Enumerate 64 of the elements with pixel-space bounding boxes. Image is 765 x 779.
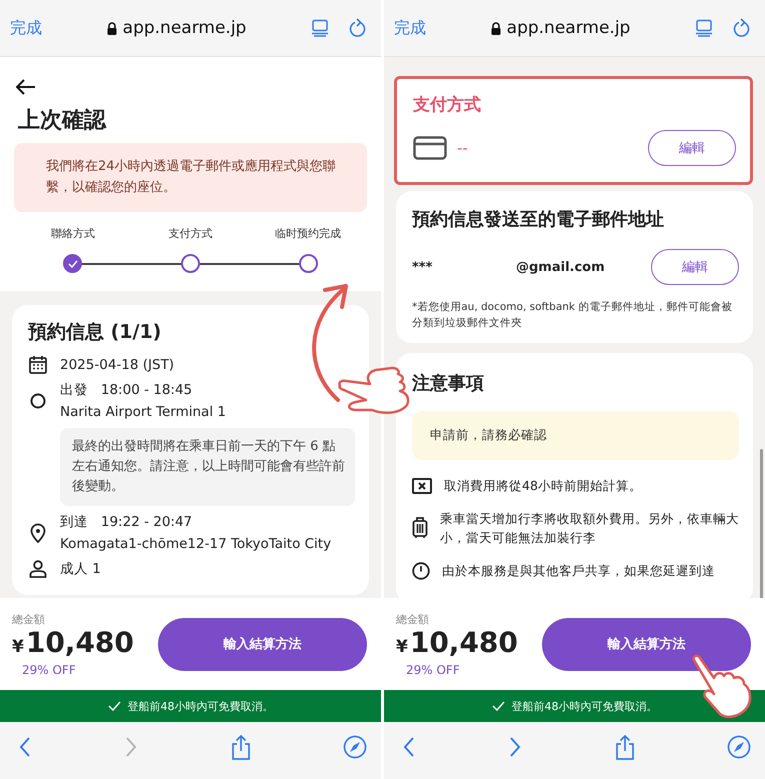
card-title: 預約信息發送至的電子郵件地址 <box>412 208 665 231</box>
back-icon[interactable] <box>18 736 32 758</box>
discount-label: 29% OFF <box>406 662 461 676</box>
address-field[interactable]: app.nearme.jp <box>62 18 291 38</box>
person-icon <box>28 560 48 578</box>
departure-time: 出發 18:00 - 18:45 <box>60 381 194 399</box>
banner-text: 登船前48小時內可免費取消。 <box>128 698 274 714</box>
done-button[interactable]: 完成 <box>10 18 42 38</box>
total-price: ¥10,480 <box>396 626 519 660</box>
card-title: 支付方式 <box>413 94 482 116</box>
check-icon <box>108 701 120 711</box>
edit-button[interactable]: 編輯 <box>648 130 736 166</box>
location-pin-icon <box>28 523 48 543</box>
edit-button[interactable]: 編輯 <box>651 249 739 285</box>
share-icon[interactable] <box>230 734 251 760</box>
email-domain: @gmail.com <box>516 260 606 274</box>
share-icon[interactable] <box>614 734 635 760</box>
passenger-count: 成人 1 <box>60 560 101 578</box>
discount-label: 29% OFF <box>22 662 77 676</box>
close-box-icon <box>412 478 432 494</box>
lock-icon <box>490 22 501 34</box>
circle-icon <box>28 393 48 409</box>
arrival-place: Komagata1-chōme12-17 TokyoTaito City <box>60 535 332 553</box>
total-label: 總金額 <box>12 612 46 626</box>
step-label: 支付方式 <box>168 226 212 241</box>
clock-icon <box>412 562 430 580</box>
compass-icon[interactable] <box>726 734 751 758</box>
warning-message: 申請前，請務必確認 <box>412 411 739 460</box>
total-label: 總金額 <box>396 612 430 626</box>
banner-text: 登船前48小時內可免費取消。 <box>512 698 658 714</box>
payment-method-button[interactable]: 輸入結算方法 <box>158 618 367 670</box>
credit-card-icon <box>413 136 447 160</box>
luggage-icon <box>412 517 428 539</box>
payment-method-button[interactable]: 輸入結算方法 <box>542 618 751 670</box>
back-icon[interactable] <box>402 736 416 758</box>
notice-item: 由於本服務是與其他客戶共享，如果您延遲到達 <box>442 562 715 580</box>
time-note: 最終的出發時間將在乘車日前一天的下午 6 點左右通知您。請注意，以上時間可能會有些許前後變動。 <box>60 428 355 506</box>
payment-value: -- <box>457 139 469 157</box>
card-title: 預約信息 (1/1) <box>28 320 162 345</box>
done-button[interactable]: 完成 <box>394 18 426 38</box>
reader-icon[interactable] <box>311 19 329 37</box>
arrival-time: 到達 19:22 - 20:47 <box>60 513 194 531</box>
reload-icon[interactable] <box>733 18 751 38</box>
calendar-icon <box>28 355 48 374</box>
reload-icon[interactable] <box>349 18 367 38</box>
notice-message: 我們將在24小時內透過電子郵件或應用程式與您聯繫，以確認您的座位。 <box>14 143 367 212</box>
compass-icon[interactable] <box>342 734 367 758</box>
step-label: 临时预约完成 <box>275 226 342 241</box>
step-label: 聯絡方式 <box>50 226 95 241</box>
notice-item: 取消費用將從48小時前開始計算。 <box>444 477 642 495</box>
check-icon <box>492 701 504 711</box>
address-field[interactable]: app.nearme.jp <box>446 18 675 38</box>
email-user: *** <box>412 260 434 274</box>
forward-icon[interactable] <box>508 736 522 758</box>
page-title: 上次確認 <box>18 107 108 135</box>
notice-item: 乘車當天增加行李將收取額外費用。另外，依車輛大小，當天可能無法加裝行李 <box>440 510 739 547</box>
departure-place: Narita Airport Terminal 1 <box>60 403 226 421</box>
lock-icon <box>106 22 117 34</box>
email-note: *若您使用au, docomo, softbank 的電子郵件地址，郵件可能會被分類到垃圾郵件文件夾 <box>412 300 734 331</box>
card-title: 注意事項 <box>412 372 485 395</box>
reader-icon[interactable] <box>695 19 713 37</box>
total-price: ¥10,480 <box>12 626 135 660</box>
date-text: 2025-04-18 (JST) <box>60 356 174 374</box>
back-arrow-icon[interactable] <box>16 79 36 95</box>
